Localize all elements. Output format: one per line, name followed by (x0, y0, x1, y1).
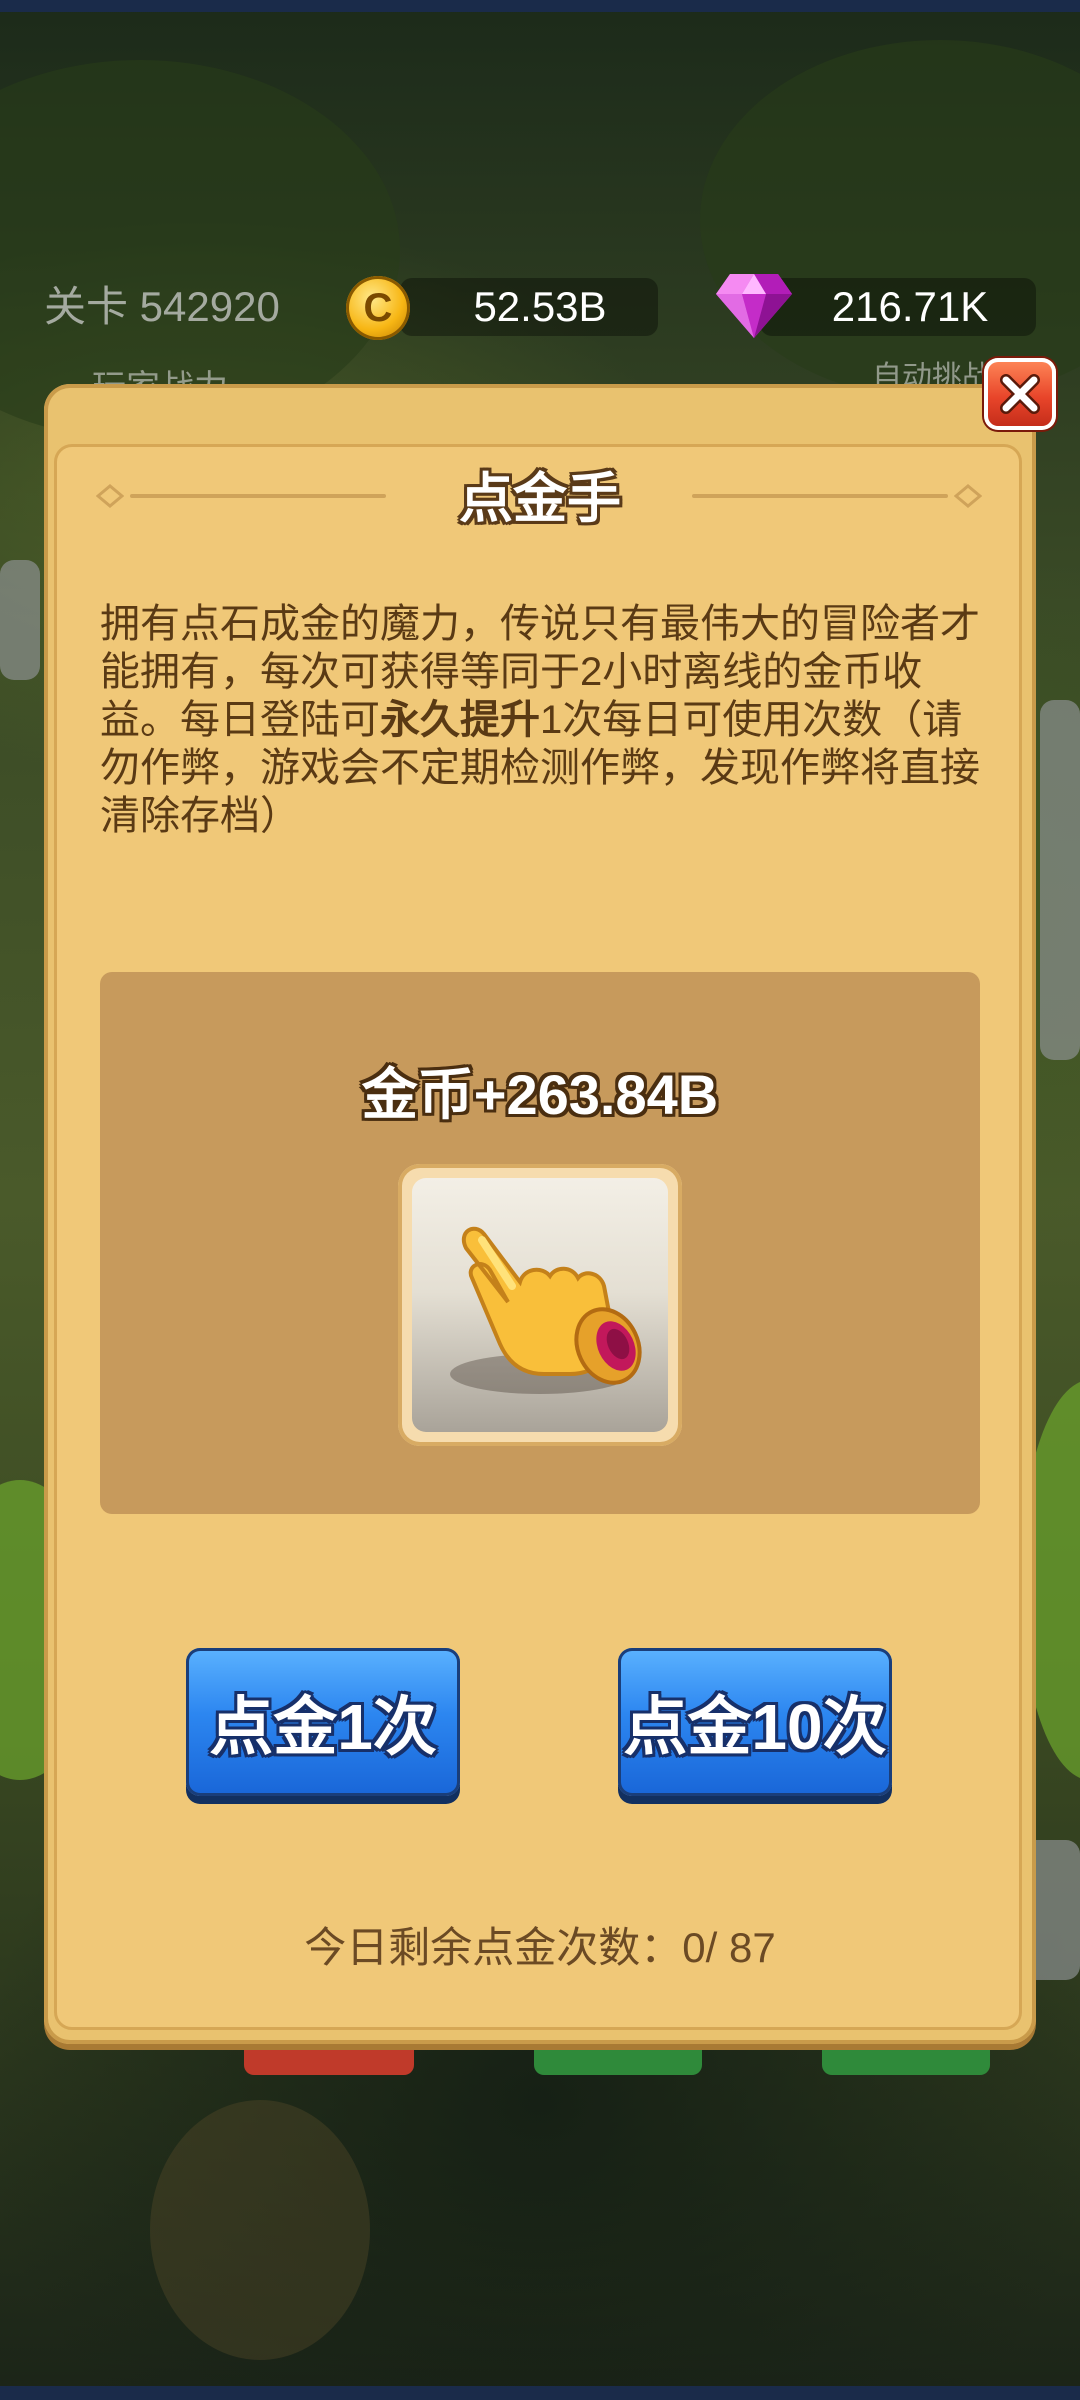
close-button[interactable] (984, 358, 1056, 430)
dialog-title: 点金手 (459, 469, 621, 529)
coin-counter: 52.53B (473, 283, 607, 330)
remaining-uses-text: 今日剩余点金次数：0/ 87 (304, 1924, 776, 1971)
stone-wall (0, 560, 40, 680)
dialog-description: 拥有点石成金的魔力，传说只有最伟大的冒险者才能拥有，每次可获得等同于2小时离线的… (100, 600, 980, 840)
reward-amount: 金币+263.84B (361, 1063, 719, 1126)
level-label: 关卡 542920 (44, 283, 280, 330)
nav-strip (0, 2386, 1080, 2400)
coin-symbol: C (363, 286, 393, 330)
stone-wall (1040, 700, 1080, 1060)
touch-once-button[interactable]: 点金1次 (186, 1648, 460, 1796)
status-strip (0, 0, 1080, 12)
close-icon (1000, 374, 1040, 414)
gem-counter: 216.71K (831, 283, 989, 330)
pointing-hand-icon (450, 1226, 642, 1394)
item-background (412, 1178, 668, 1432)
touch-ten-times-button[interactable]: 点金10次 (618, 1648, 892, 1796)
tree-canopy (700, 40, 1080, 400)
description-highlight: 永久提升 (380, 698, 540, 742)
coin-icon: C (346, 276, 410, 340)
midas-item-frame (398, 1164, 682, 1446)
bird-statue (150, 2100, 370, 2360)
